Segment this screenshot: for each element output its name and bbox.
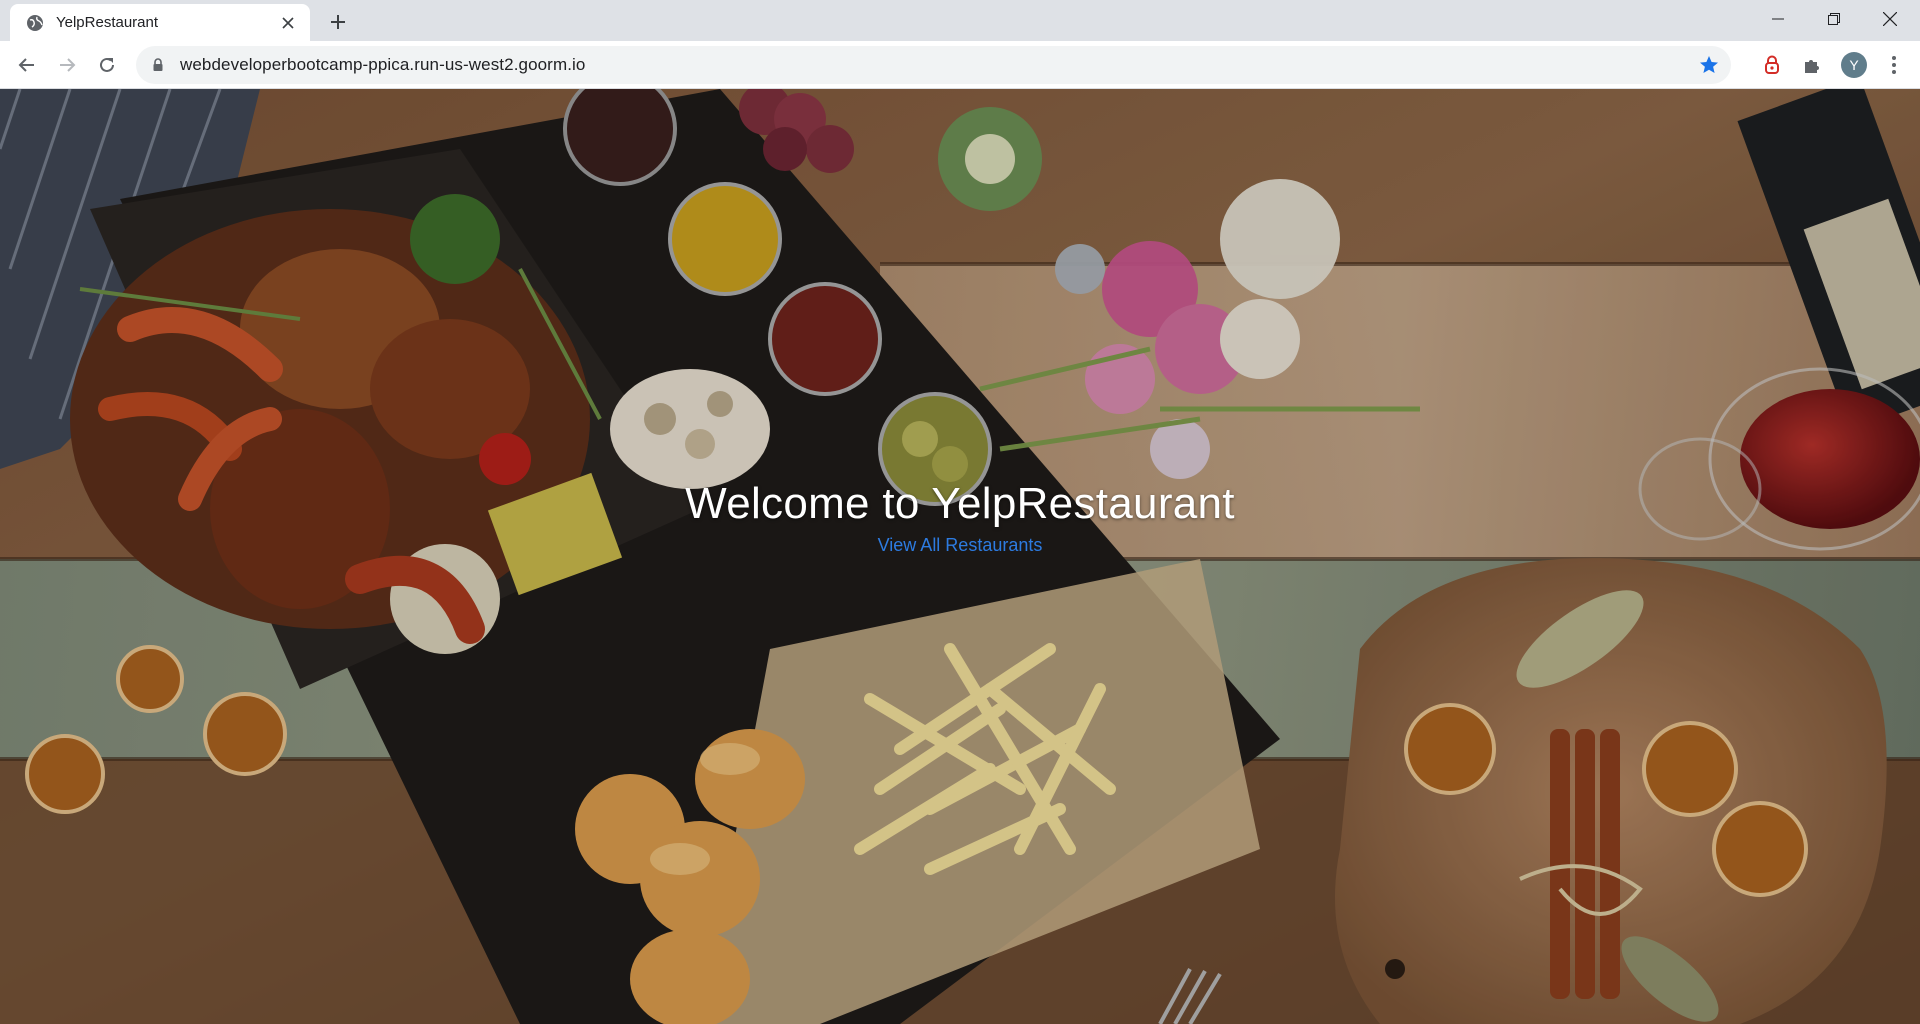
puzzle-icon: [1805, 60, 1819, 73]
close-icon: [1883, 12, 1897, 26]
browser-toolbar: webdeveloperbootcamp-ppica.run-us-west2.…: [0, 41, 1920, 89]
reload-icon: [100, 57, 114, 72]
minimize-icon: [1772, 18, 1784, 20]
new-tab-button[interactable]: [322, 8, 354, 36]
restore-icon: [1828, 13, 1840, 25]
bookmark-star-icon[interactable]: [1699, 55, 1719, 75]
plus-icon: [331, 15, 345, 29]
globe-icon: [26, 14, 44, 32]
hero-section: Welcome to YelpRestaurant View All Resta…: [0, 479, 1920, 556]
arrow-right-icon: [60, 58, 76, 72]
minimize-button[interactable]: [1750, 0, 1806, 38]
page-title: Welcome to YelpRestaurant: [685, 479, 1235, 528]
browser-menu-button[interactable]: [1878, 49, 1910, 81]
view-all-restaurants-link[interactable]: View All Restaurants: [878, 535, 1043, 556]
lastpass-extension-button[interactable]: [1756, 49, 1788, 81]
address-bar[interactable]: webdeveloperbootcamp-ppica.run-us-west2.…: [136, 46, 1731, 84]
restore-button[interactable]: [1806, 0, 1862, 38]
background-overlay: [0, 89, 1920, 1024]
avatar: Y: [1841, 52, 1867, 78]
lastpass-icon: [1765, 55, 1779, 74]
back-button[interactable]: [11, 49, 43, 81]
forward-button[interactable]: [51, 49, 83, 81]
tab-strip: YelpRestaurant: [0, 0, 1920, 41]
browser-tab[interactable]: YelpRestaurant: [10, 4, 310, 41]
tab-title: YelpRestaurant: [56, 14, 159, 31]
reload-button[interactable]: [91, 49, 123, 81]
more-vert-icon: [1892, 56, 1896, 74]
tab-close-icon[interactable]: [276, 11, 300, 35]
page-viewport: Welcome to YelpRestaurant View All Resta…: [0, 89, 1920, 1024]
arrow-left-icon: [18, 58, 34, 72]
url-text: webdeveloperbootcamp-ppica.run-us-west2.…: [180, 55, 586, 74]
close-window-button[interactable]: [1862, 0, 1918, 38]
lock-icon: [150, 57, 166, 73]
extensions-button[interactable]: [1796, 49, 1828, 81]
profile-button[interactable]: Y: [1838, 49, 1870, 81]
